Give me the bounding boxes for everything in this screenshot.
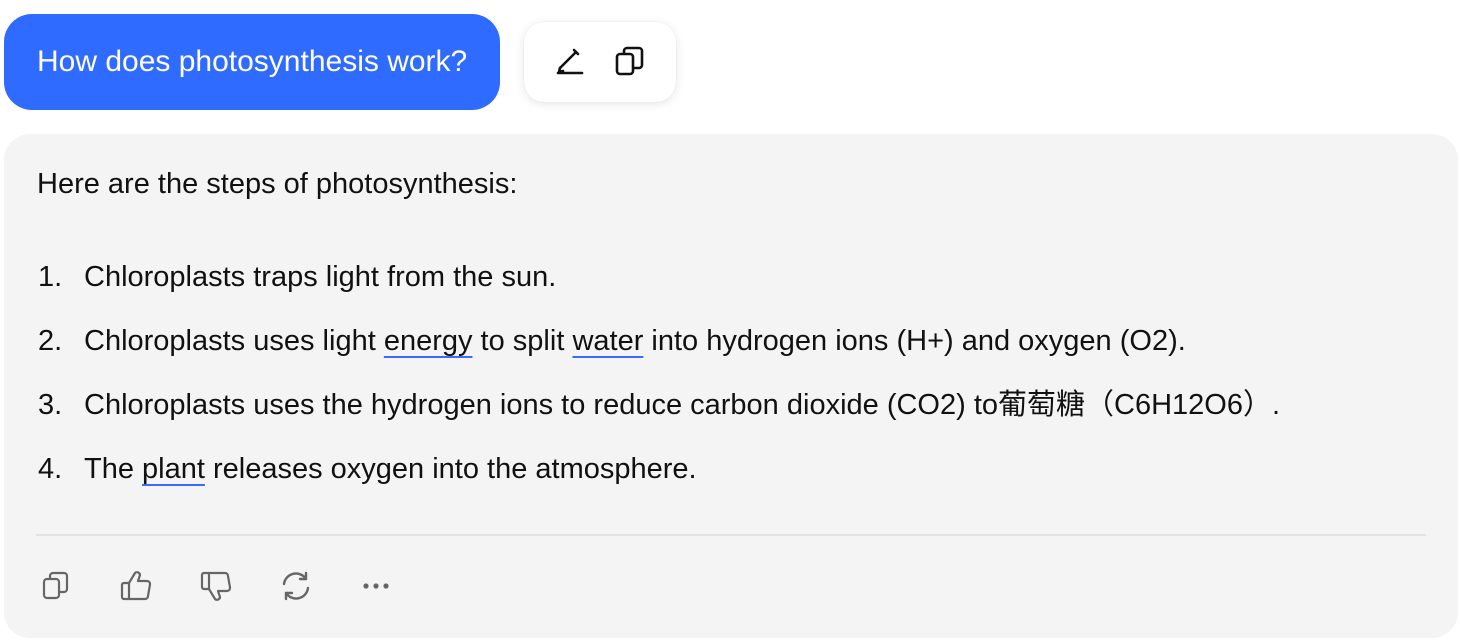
copy-icon [42,571,69,600]
step-text-fragment: into hydrogen ions (H+) and oxygen (O2). [643,325,1186,357]
user-message-row: How does photosynthesis work? [4,14,677,110]
step-text: The plant releases oxygen into the atmos… [84,451,697,515]
edit-icon [556,48,584,75]
step-number: 4. [38,453,63,485]
copy-message-button[interactable] [608,40,652,84]
step-text: Chloroplasts uses the hydrogen ions to r… [84,387,1280,451]
step-text-fragment: The [84,453,143,485]
term-link-water[interactable]: water [572,325,643,357]
step-text: Chloroplasts uses light energy to split … [84,323,1186,387]
steps-list: 1. Chloroplasts traps light from the sun.… [36,259,1426,515]
assistant-answer-card: Here are the steps of photosynthesis: 1.… [4,134,1458,638]
thumbs-down-icon [200,571,232,601]
term-link-plant[interactable]: plant [142,453,205,485]
step-text-fragment: Chloroplasts uses the hydrogen ions to r… [84,389,1281,421]
answer-actions [34,564,398,608]
answer-divider [36,534,1426,536]
step-number: 2. [38,325,63,357]
regenerate-icon [282,571,310,601]
step-text-fragment: releases oxygen into the atmosphere. [204,453,697,485]
answer-intro: Here are the steps of photosynthesis: [37,168,518,200]
term-link-energy[interactable]: energy [384,325,473,357]
step-text-fragment: Chloroplasts uses light [84,325,384,357]
step-number: 3. [38,389,63,421]
more-options-icon [363,583,389,589]
regenerate-button[interactable] [274,564,318,608]
thumbs-down-button[interactable] [194,564,238,608]
step-item: 4. The plant releases oxygen into the atm… [36,451,1426,515]
step-item: 3. Chloroplasts uses the hydrogen ions to… [36,387,1426,451]
step-item: 2. Chloroplasts uses light energy to spli… [36,323,1426,387]
step-text-fragment: to split [472,325,573,357]
step-number: 1. [38,261,63,293]
step-item: 1. Chloroplasts traps light from the sun. [36,259,1426,323]
thumbs-up-icon [120,571,152,601]
more-options-button[interactable] [354,564,398,608]
user-message-actions [524,22,677,102]
step-text-fragment: Chloroplasts traps light from the sun. [84,261,557,293]
step-text: Chloroplasts traps light from the sun. [84,259,556,323]
thumbs-up-button[interactable] [114,564,158,608]
user-message-text: How does photosynthesis work? [37,45,468,78]
copy-answer-button[interactable] [34,564,78,608]
copy-icon [615,46,644,76]
user-message-bubble: How does photosynthesis work? [4,14,501,110]
edit-message-button[interactable] [548,40,592,84]
